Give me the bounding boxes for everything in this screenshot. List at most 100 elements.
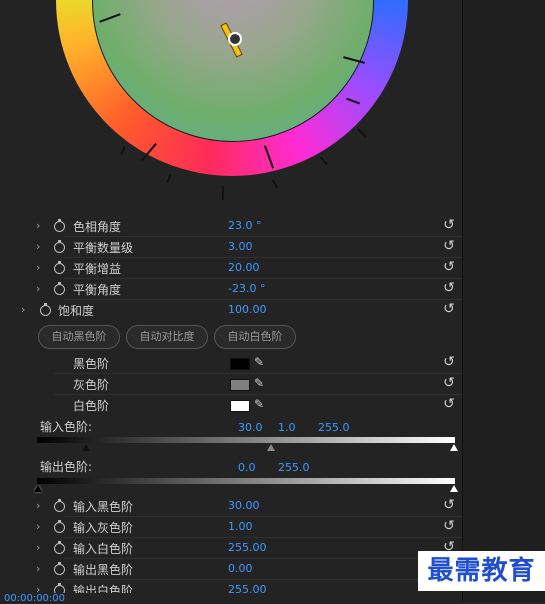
chevron-right-icon[interactable]: ›	[36, 240, 46, 253]
level-label: 白色阶	[73, 399, 110, 413]
auto-black-level-button[interactable]: 自动黑色阶	[38, 325, 120, 349]
param-label: 输入黑色阶	[73, 500, 134, 514]
param-value[interactable]: 1.00	[228, 520, 253, 533]
param-label: 输出黑色阶	[73, 563, 134, 577]
reset-icon[interactable]: ↺	[441, 518, 457, 534]
effect-controls-panel: › 色相角度 23.0 ° ↺ › 平衡数量级 3.00 ↺ › 平衡增益 20…	[0, 0, 462, 601]
input-levels-slider[interactable]	[37, 437, 455, 443]
param-row: › 输入白色阶 255.00 ↺	[0, 538, 462, 559]
gray-level-swatch[interactable]	[230, 379, 250, 391]
param-label: 色相角度	[73, 220, 122, 234]
reset-icon[interactable]: ↺	[441, 280, 457, 296]
saturation-label: 饱和度	[58, 304, 95, 318]
stopwatch-icon[interactable]	[53, 261, 65, 274]
param-value[interactable]: 30.00	[228, 499, 260, 512]
output-white-value[interactable]: 255.0	[278, 461, 310, 474]
reset-icon[interactable]: ↺	[441, 396, 457, 412]
wheel-tick	[119, 146, 127, 155]
stopwatch-icon[interactable]	[39, 303, 51, 316]
saturation-row: › 饱和度 100.00 ↺	[0, 300, 462, 321]
level-row: 黑色阶 ✎ ↺	[0, 353, 462, 374]
eyedropper-icon[interactable]: ✎	[254, 355, 268, 369]
balance-point-handle[interactable]	[228, 32, 242, 46]
stopwatch-icon[interactable]	[53, 499, 65, 512]
chevron-right-icon[interactable]: ›	[36, 520, 46, 533]
param-label: 输入灰色阶	[73, 521, 134, 535]
black-level-swatch[interactable]	[230, 358, 250, 370]
stopwatch-icon[interactable]	[53, 282, 65, 295]
saturation-value[interactable]: 100.00	[228, 303, 267, 316]
eyedropper-icon[interactable]: ✎	[254, 397, 268, 411]
param-label: 输入白色阶	[73, 542, 134, 556]
level-row: 白色阶 ✎ ↺	[0, 395, 462, 416]
param-value[interactable]: 255.00	[228, 583, 267, 593]
stopwatch-icon[interactable]	[53, 219, 65, 232]
level-row: 灰色阶 ✎ ↺	[0, 374, 462, 395]
input-black-handle[interactable]	[82, 444, 90, 451]
chevron-right-icon[interactable]: ›	[36, 219, 46, 232]
param-label: 平衡数量级	[73, 241, 134, 255]
param-value[interactable]: -23.0 °	[228, 282, 265, 295]
input-gray-handle[interactable]	[267, 444, 275, 451]
reset-icon[interactable]: ↺	[441, 217, 457, 233]
input-white-handle[interactable]	[450, 444, 458, 451]
chevron-right-icon[interactable]: ›	[36, 583, 46, 593]
param-row: › 输出白色阶 255.00	[0, 580, 462, 593]
param-label: 输出白色阶	[73, 584, 134, 593]
param-value[interactable]: 255.00	[228, 541, 267, 554]
reset-icon[interactable]: ↺	[441, 497, 457, 513]
wheel-tick	[319, 156, 329, 166]
chevron-right-icon[interactable]: ›	[36, 261, 46, 274]
wheel-tick	[166, 173, 172, 184]
stopwatch-icon[interactable]	[53, 520, 65, 533]
hue-balance-wheel[interactable]	[56, 0, 408, 200]
chevron-right-icon[interactable]: ›	[36, 499, 46, 512]
timecode[interactable]: 00:00:00:00	[4, 593, 65, 604]
reset-icon[interactable]: ↺	[441, 259, 457, 275]
input-black-value[interactable]: 30.0	[238, 421, 263, 434]
output-black-value[interactable]: 0.0	[238, 461, 256, 474]
param-value[interactable]: 20.00	[228, 261, 260, 274]
white-level-swatch[interactable]	[230, 400, 250, 412]
chevron-right-icon[interactable]: ›	[21, 303, 31, 316]
param-label: 平衡角度	[73, 283, 122, 297]
input-gray-value[interactable]: 1.0	[278, 421, 296, 434]
output-levels-label: 输出色阶:	[40, 460, 93, 474]
input-levels-label: 输入色阶:	[40, 420, 93, 434]
level-label: 灰色阶	[73, 378, 110, 392]
stopwatch-icon[interactable]	[53, 562, 65, 575]
param-row: › 输出黑色阶 0.00 ↺	[0, 559, 462, 580]
param-row: › 平衡数量级 3.00 ↺	[0, 237, 462, 258]
param-row: › 色相角度 23.0 ° ↺	[0, 216, 462, 237]
stopwatch-icon[interactable]	[53, 240, 65, 253]
stopwatch-icon[interactable]	[53, 583, 65, 593]
param-row: › 平衡角度 -23.0 ° ↺	[0, 279, 462, 300]
input-white-value[interactable]: 255.0	[318, 421, 350, 434]
param-value[interactable]: 23.0 °	[228, 219, 262, 232]
output-white-handle[interactable]	[450, 485, 458, 492]
chevron-right-icon[interactable]: ›	[36, 562, 46, 575]
eyedropper-icon[interactable]: ✎	[254, 376, 268, 390]
reset-icon[interactable]: ↺	[441, 238, 457, 254]
reset-icon[interactable]: ↺	[441, 354, 457, 370]
auto-contrast-button[interactable]: 自动对比度	[126, 325, 208, 349]
param-row: › 输入灰色阶 1.00 ↺	[0, 517, 462, 538]
stopwatch-icon[interactable]	[53, 541, 65, 554]
wheel-tick	[222, 186, 224, 200]
timeline-pane	[462, 0, 545, 601]
auto-white-level-button[interactable]: 自动白色阶	[214, 325, 296, 349]
reset-icon[interactable]: ↺	[441, 301, 457, 317]
level-label: 黑色阶	[73, 357, 110, 371]
output-black-handle[interactable]	[34, 485, 42, 492]
param-value[interactable]: 0.00	[228, 562, 253, 575]
chevron-right-icon[interactable]: ›	[36, 541, 46, 554]
param-label: 平衡增益	[73, 262, 122, 276]
reset-icon[interactable]: ↺	[441, 375, 457, 391]
output-levels-slider[interactable]	[37, 478, 455, 484]
wheel-tick	[271, 179, 279, 189]
wheel-tick	[357, 128, 367, 138]
param-row: › 平衡增益 20.00 ↺	[0, 258, 462, 279]
chevron-right-icon[interactable]: ›	[36, 282, 46, 295]
watermark-logo: 最需教育	[418, 551, 545, 591]
param-value[interactable]: 3.00	[228, 240, 253, 253]
